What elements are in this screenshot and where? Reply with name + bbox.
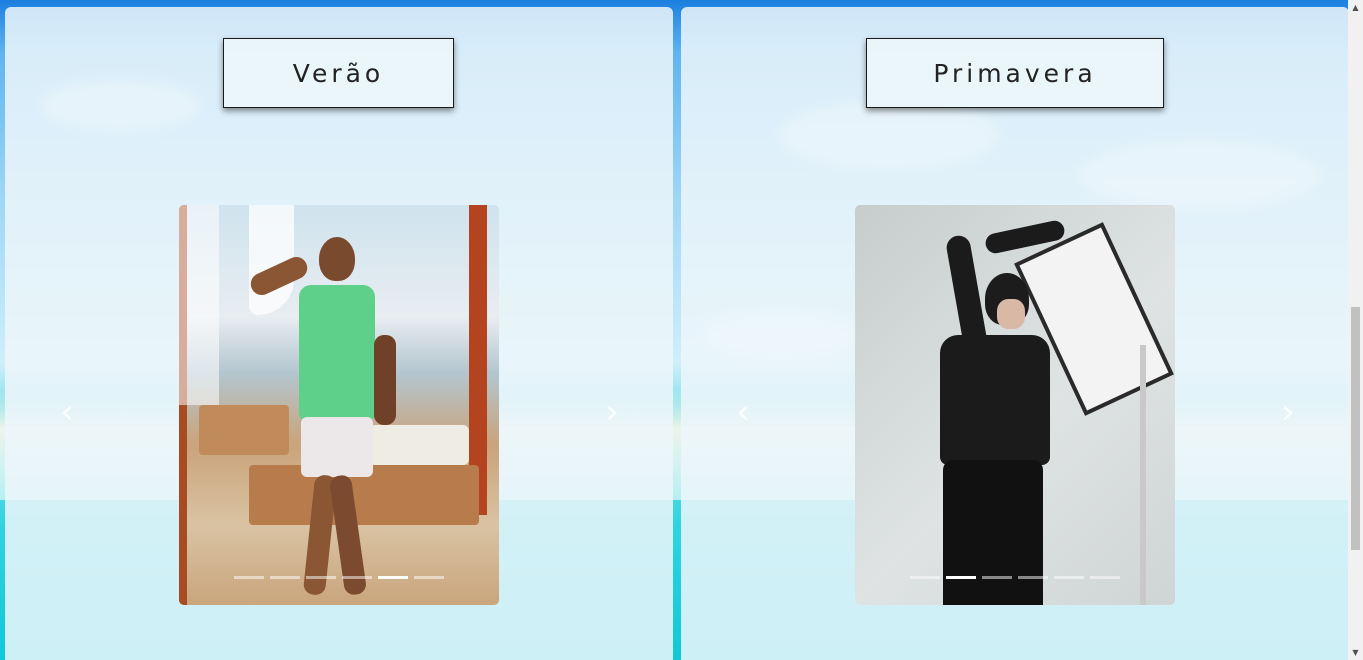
chevron-right-icon[interactable]: › bbox=[1278, 392, 1298, 432]
carousel-indicator[interactable] bbox=[234, 576, 264, 579]
panel-title-summer: Verão bbox=[223, 38, 454, 108]
carousel-indicator-active[interactable] bbox=[946, 576, 976, 579]
spring-carousel[interactable] bbox=[855, 205, 1175, 605]
light-stand bbox=[1140, 345, 1146, 605]
scroll-down-icon[interactable]: ▼ bbox=[1348, 645, 1363, 660]
chevron-left-icon[interactable]: ‹ bbox=[57, 392, 77, 432]
summer-photo bbox=[179, 205, 499, 605]
carousel-indicator-active[interactable] bbox=[378, 576, 408, 579]
scrollbar-thumb[interactable] bbox=[1351, 307, 1360, 550]
scroll-up-icon[interactable]: ▲ bbox=[1348, 0, 1363, 15]
page: Verão ‹ › Primavera ‹ › ▲ ▼ bbox=[0, 0, 1363, 660]
chevron-left-icon[interactable]: ‹ bbox=[733, 392, 753, 432]
carousel-indicator[interactable] bbox=[910, 576, 940, 579]
carousel-indicator[interactable] bbox=[1054, 576, 1084, 579]
person-sweater bbox=[940, 335, 1050, 465]
summer-carousel[interactable] bbox=[179, 205, 499, 605]
spring-panel: Primavera ‹ › bbox=[681, 7, 1349, 660]
carousel-indicators bbox=[179, 576, 499, 579]
carousel-indicators bbox=[855, 576, 1175, 579]
person-head bbox=[319, 237, 355, 281]
carousel-indicator[interactable] bbox=[414, 576, 444, 579]
cushion-shape bbox=[369, 425, 469, 465]
person-tanktop bbox=[299, 285, 375, 420]
carousel-indicator[interactable] bbox=[342, 576, 372, 579]
person-arm bbox=[374, 335, 396, 425]
summer-panel: Verão ‹ › bbox=[5, 7, 673, 660]
carousel-indicator[interactable] bbox=[1090, 576, 1120, 579]
person-face bbox=[997, 299, 1025, 329]
spring-photo bbox=[855, 205, 1175, 605]
person-shorts bbox=[301, 417, 373, 477]
carousel-indicator[interactable] bbox=[982, 576, 1012, 579]
curtain-shape bbox=[179, 205, 219, 405]
panel-title-spring: Primavera bbox=[866, 38, 1164, 108]
person-pants bbox=[943, 460, 1043, 605]
chevron-right-icon[interactable]: › bbox=[602, 392, 622, 432]
lounger-shape bbox=[199, 405, 289, 455]
carousel-indicator[interactable] bbox=[306, 576, 336, 579]
vertical-scrollbar[interactable]: ▲ ▼ bbox=[1348, 0, 1363, 660]
carousel-indicator[interactable] bbox=[1018, 576, 1048, 579]
carousel-indicator[interactable] bbox=[270, 576, 300, 579]
